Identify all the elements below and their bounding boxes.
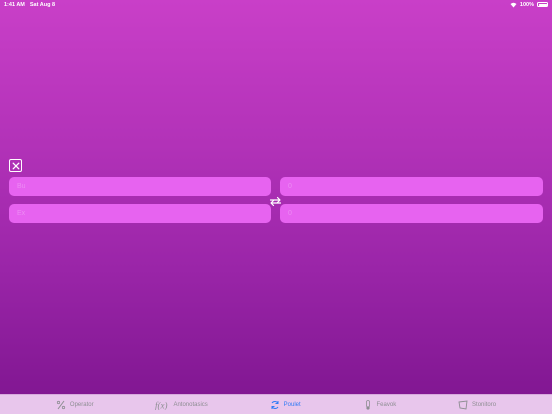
- convert-icon: [270, 400, 280, 410]
- thermometer-icon: [363, 399, 373, 410]
- swap-button[interactable]: [268, 194, 282, 208]
- tab-poulet[interactable]: Poulet: [270, 395, 301, 414]
- tab-antonotasics[interactable]: f(x) Antonotasics: [155, 395, 207, 414]
- top-right-input[interactable]: [280, 177, 543, 196]
- status-time: 1:41 AM: [4, 1, 25, 8]
- swap-icon: [269, 196, 281, 206]
- close-button[interactable]: [9, 159, 22, 172]
- tab-label: Antonotasics: [173, 401, 208, 408]
- svg-text:f(x): f(x): [155, 400, 168, 410]
- tab-label: Stonitoro: [472, 401, 497, 408]
- status-bar: 1:41 AM Sat Aug 8 100%: [0, 0, 552, 9]
- tab-bar: Operator f(x) Antonotasics Poulet Feavok…: [0, 394, 552, 414]
- tab-label: Operator: [69, 401, 94, 408]
- tab-stonitoro[interactable]: Stonitoro: [458, 395, 496, 414]
- tab-label: Feavok: [376, 401, 397, 408]
- shape-icon: [458, 399, 468, 410]
- battery-icon: [537, 2, 548, 7]
- wifi-icon: [510, 2, 517, 8]
- battery-percent: 100%: [519, 1, 534, 8]
- tab-label: Poulet: [283, 401, 301, 408]
- top-left-input[interactable]: [9, 177, 271, 196]
- percent-icon: [56, 400, 66, 410]
- bottom-left-input[interactable]: [9, 204, 271, 223]
- tab-operator[interactable]: Operator: [56, 395, 94, 414]
- close-icon: [12, 162, 19, 169]
- status-date: Sat Aug 8: [29, 1, 56, 8]
- tab-feavok[interactable]: Feavok: [363, 395, 397, 414]
- bottom-right-input[interactable]: [280, 204, 543, 223]
- function-icon: f(x): [155, 400, 169, 410]
